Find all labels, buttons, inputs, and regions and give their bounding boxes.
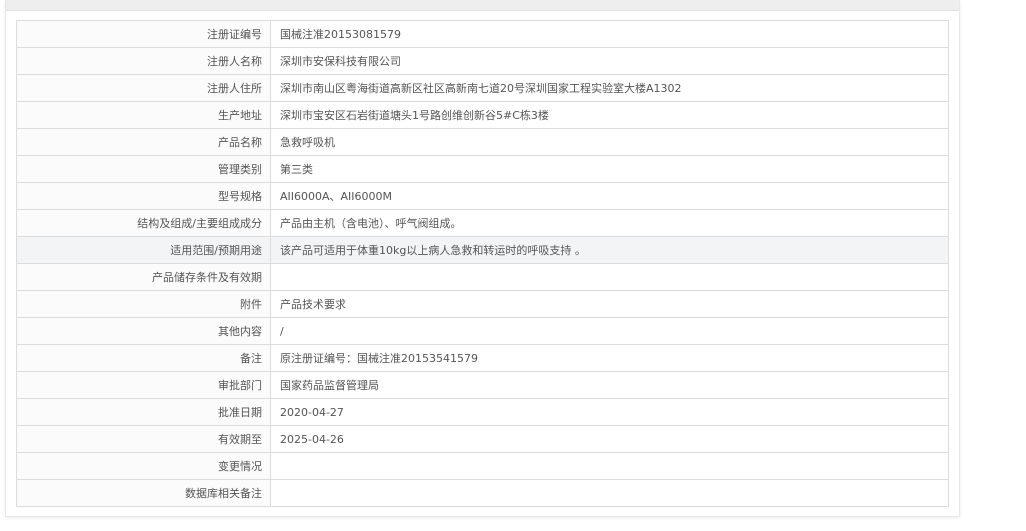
- row-value: 国家药品监督管理局: [270, 371, 949, 399]
- row-value: 产品由主机（含电池）、呼气阀组成。: [270, 209, 949, 237]
- table-row: 型号规格 AII6000A、AII6000M: [16, 182, 949, 210]
- registration-info-table: 注册证编号 国械注准20153081579 注册人名称 深圳市安保科技有限公司 …: [16, 20, 949, 507]
- table-row: 附件 产品技术要求: [16, 290, 949, 318]
- table-row: 注册证编号 国械注准20153081579: [16, 20, 949, 48]
- header-strip: [6, 0, 959, 11]
- table-row: 生产地址 深圳市宝安区石岩街道塘头1号路创维创新谷5#C栋3楼: [16, 101, 949, 129]
- table-row: 有效期至 2025-04-26: [16, 425, 949, 453]
- table-row: 变更情况: [16, 452, 949, 480]
- row-label: 附件: [16, 290, 271, 318]
- row-value: [270, 263, 949, 291]
- row-value: 深圳市安保科技有限公司: [270, 47, 949, 75]
- row-value: [270, 479, 949, 507]
- row-value: 2020-04-27: [270, 398, 949, 426]
- detail-panel: 注册证编号 国械注准20153081579 注册人名称 深圳市安保科技有限公司 …: [5, 0, 960, 517]
- row-label: 变更情况: [16, 452, 271, 480]
- row-label: 管理类别: [16, 155, 271, 183]
- row-value: 国械注准20153081579: [270, 20, 949, 48]
- row-value: 深圳市南山区粤海街道高新区社区高新南七道20号深圳国家工程实验室大楼A1302: [270, 74, 949, 102]
- row-label: 产品名称: [16, 128, 271, 156]
- table-row: 批准日期 2020-04-27: [16, 398, 949, 426]
- table-row: 数据库相关备注: [16, 479, 949, 507]
- row-label: 适用范围/预期用途: [16, 236, 271, 264]
- table-row: 产品名称 急救呼吸机: [16, 128, 949, 156]
- row-label: 有效期至: [16, 425, 271, 453]
- row-label: 产品储存条件及有效期: [16, 263, 271, 291]
- row-value: 该产品可适用于体重10kg以上病人急救和转运时的呼吸支持 。: [270, 236, 949, 264]
- row-label: 生产地址: [16, 101, 271, 129]
- table-row: 产品储存条件及有效期: [16, 263, 949, 291]
- row-value: AII6000A、AII6000M: [270, 182, 949, 210]
- row-value: [270, 452, 949, 480]
- table-row: 备注 原注册证编号：国械注准20153541579: [16, 344, 949, 372]
- row-label: 批准日期: [16, 398, 271, 426]
- row-value: 原注册证编号：国械注准20153541579: [270, 344, 949, 372]
- table-row: 注册人名称 深圳市安保科技有限公司: [16, 47, 949, 75]
- row-label: 结构及组成/主要组成成分: [16, 209, 271, 237]
- table-row: 管理类别 第三类: [16, 155, 949, 183]
- row-label: 注册人住所: [16, 74, 271, 102]
- row-value: 2025-04-26: [270, 425, 949, 453]
- row-label: 其他内容: [16, 317, 271, 345]
- row-label: 注册人名称: [16, 47, 271, 75]
- row-value: /: [270, 317, 949, 345]
- table-row: 审批部门 国家药品监督管理局: [16, 371, 949, 399]
- table-row: 结构及组成/主要组成成分 产品由主机（含电池）、呼气阀组成。: [16, 209, 949, 237]
- row-value: 第三类: [270, 155, 949, 183]
- table-row-highlighted: 适用范围/预期用途 该产品可适用于体重10kg以上病人急救和转运时的呼吸支持 。: [16, 236, 949, 264]
- row-label: 数据库相关备注: [16, 479, 271, 507]
- table-row: 其他内容 /: [16, 317, 949, 345]
- row-value: 深圳市宝安区石岩街道塘头1号路创维创新谷5#C栋3楼: [270, 101, 949, 129]
- row-label: 备注: [16, 344, 271, 372]
- row-value: 产品技术要求: [270, 290, 949, 318]
- table-row: 注册人住所 深圳市南山区粤海街道高新区社区高新南七道20号深圳国家工程实验室大楼…: [16, 74, 949, 102]
- row-label: 审批部门: [16, 371, 271, 399]
- row-value: 急救呼吸机: [270, 128, 949, 156]
- row-label: 注册证编号: [16, 20, 271, 48]
- row-label: 型号规格: [16, 182, 271, 210]
